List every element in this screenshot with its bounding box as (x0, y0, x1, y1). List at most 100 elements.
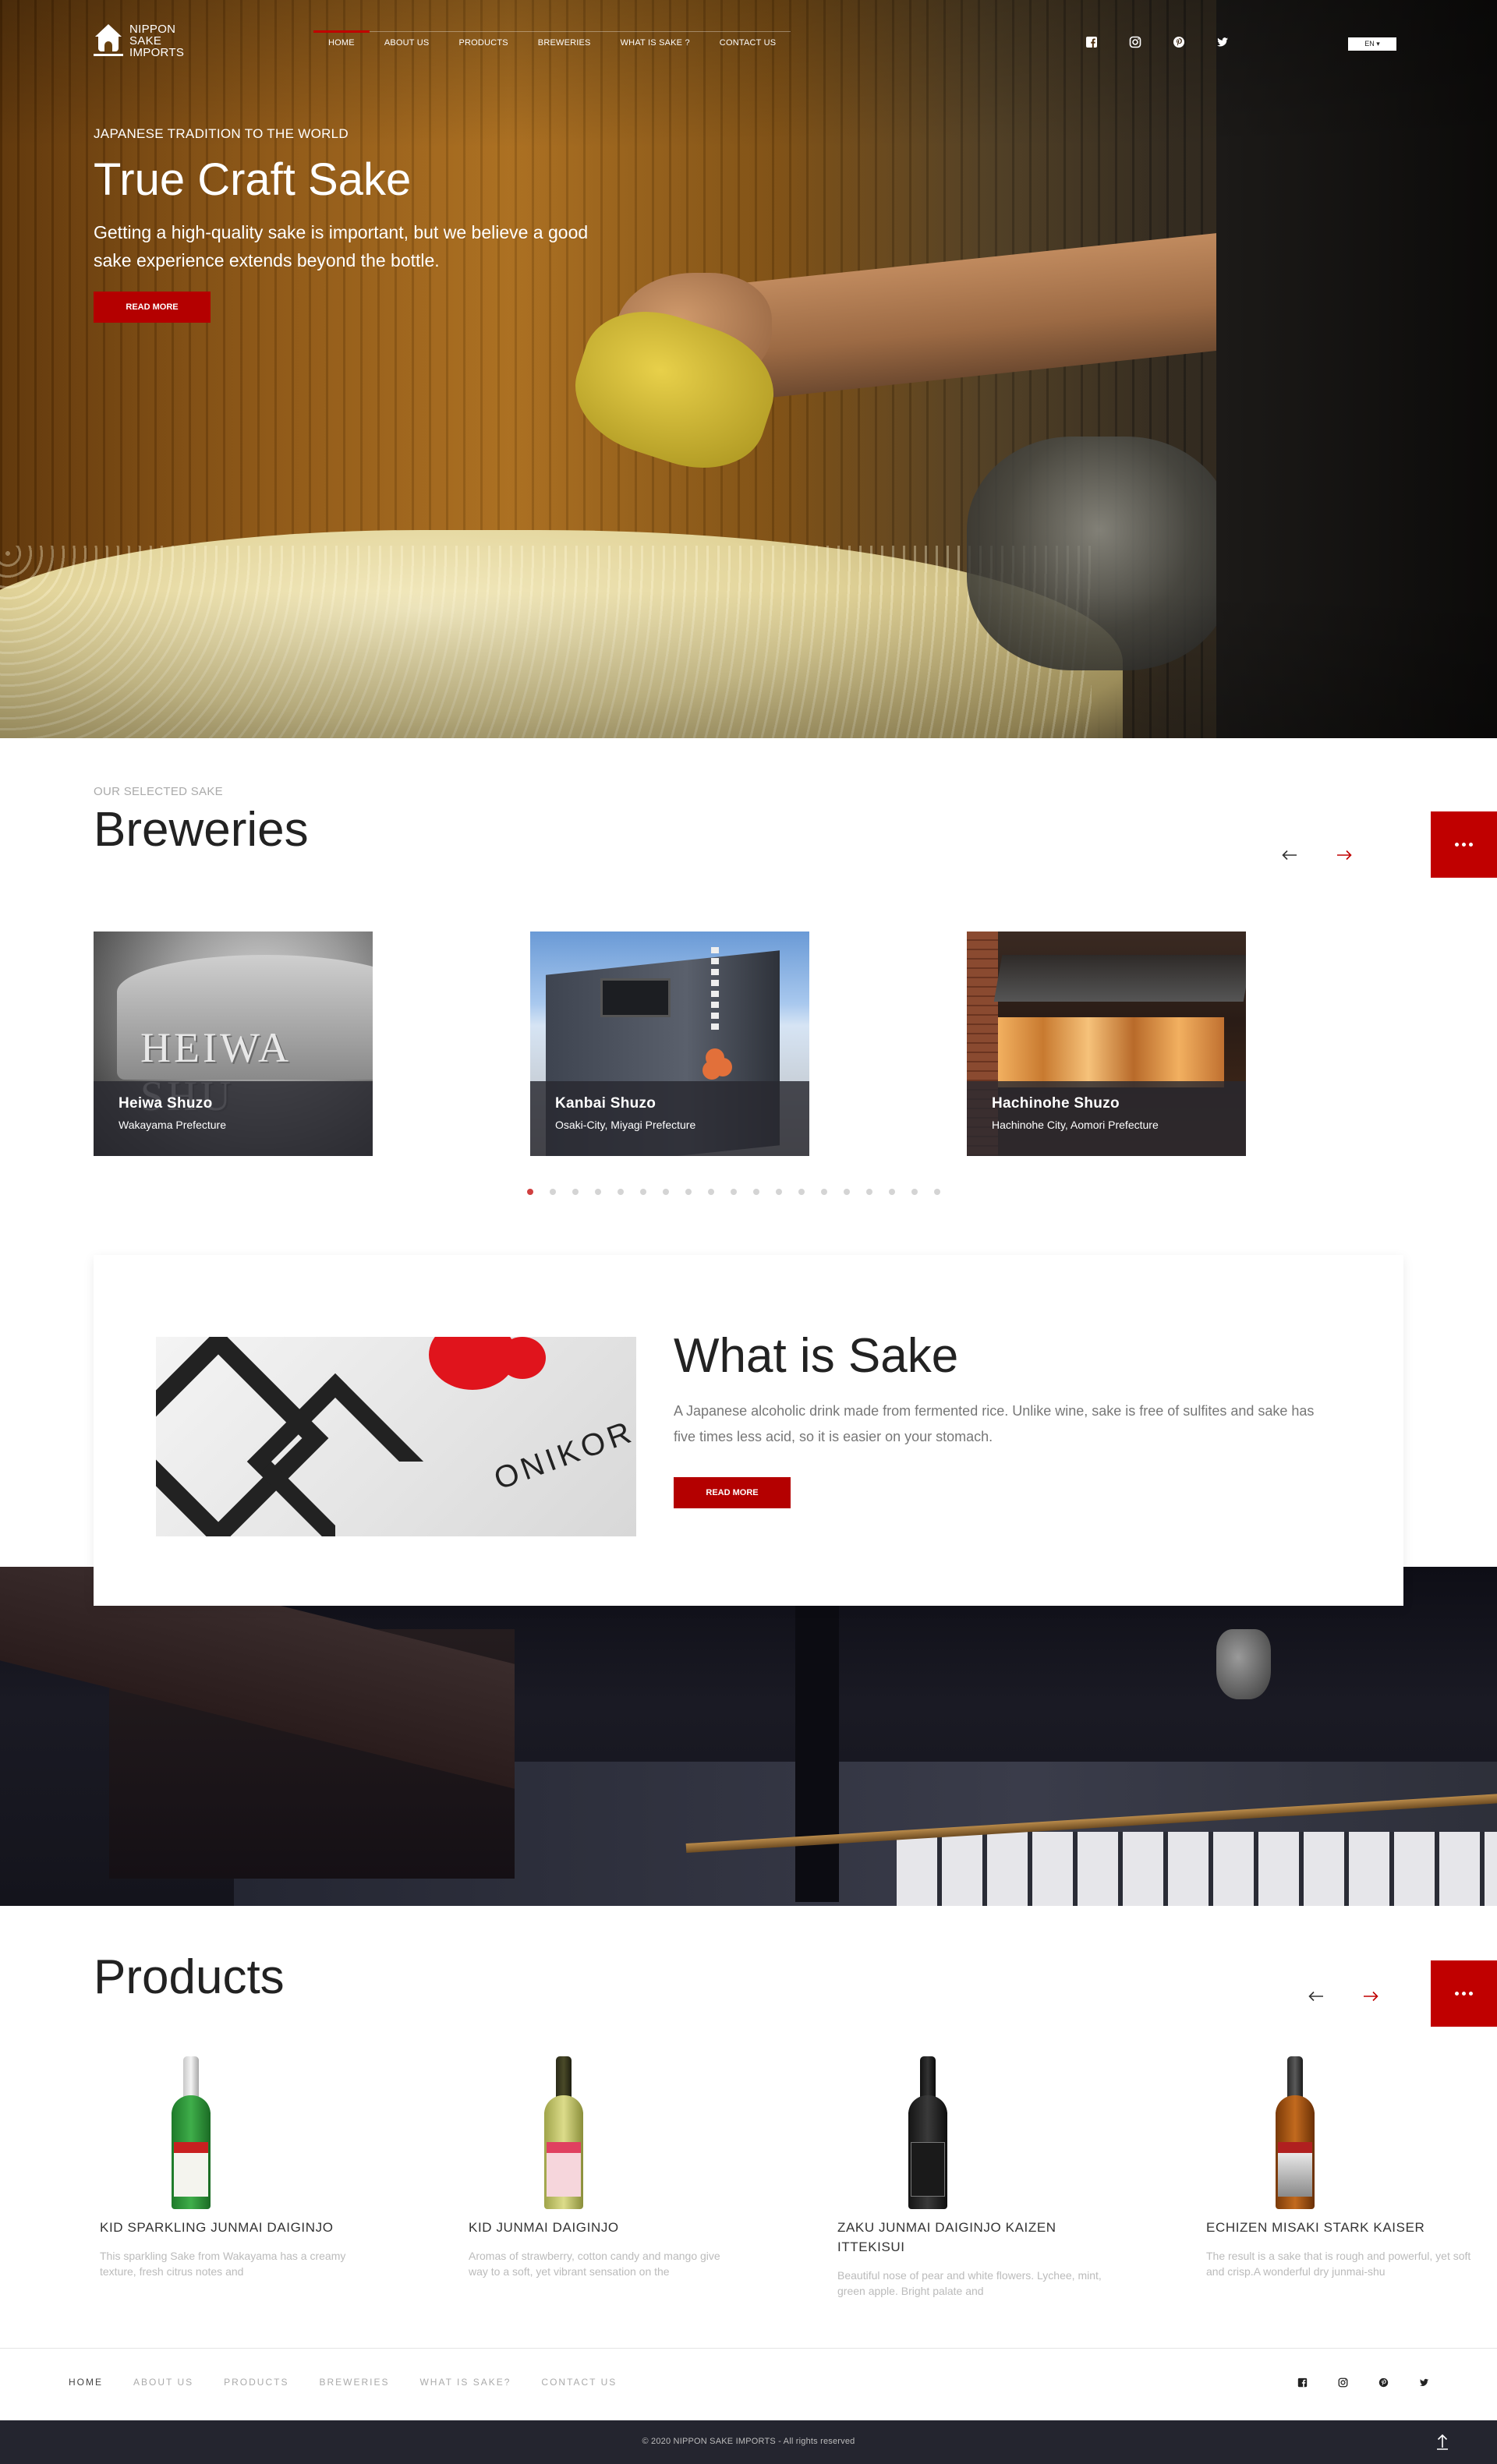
brewery-name: Hachinohe Shuzo (992, 1095, 1120, 1112)
nav-item-products[interactable]: PRODUCTS (444, 32, 522, 54)
pager-dot[interactable] (911, 1189, 918, 1195)
product-card[interactable]: KID JUNMAI DAIGINJO Aromas of strawberry… (469, 2052, 734, 2279)
pager-dot[interactable] (731, 1189, 737, 1195)
back-to-top-arrow-icon[interactable] (1435, 2433, 1450, 2450)
products-more-button[interactable] (1431, 1960, 1497, 2027)
product-image (837, 2052, 1102, 2211)
language-select[interactable]: EN ▾ (1348, 37, 1396, 51)
pager-dot[interactable] (618, 1189, 624, 1195)
footer-nav-about-us[interactable]: ABOUT US (133, 2377, 193, 2388)
arrow-left-icon[interactable] (1308, 1990, 1325, 2003)
header-social-links (1085, 35, 1230, 49)
footer-nav: HOME ABOUT US PRODUCTS BREWERIES WHAT IS… (69, 2377, 647, 2388)
footer-nav-home[interactable]: HOME (69, 2377, 103, 2388)
pager-dot[interactable] (776, 1189, 782, 1195)
copyright-text: © 2020 NIPPON SAKE IMPORTS - All rights … (642, 2437, 855, 2446)
sake-bottle-icon (905, 2056, 950, 2209)
main-nav: HOME ABOUT US PRODUCTS BREWERIES WHAT IS… (313, 30, 791, 54)
facebook-icon[interactable] (1297, 2377, 1308, 2388)
pinterest-icon[interactable] (1378, 2377, 1389, 2388)
what-is-sake-title: What is Sake (674, 1329, 959, 1383)
products-carousel-controls (1308, 1990, 1379, 2003)
pager-dot[interactable] (753, 1189, 759, 1195)
brewery-name: Heiwa Shuzo (119, 1095, 213, 1112)
nav-item-about-us[interactable]: ABOUT US (370, 32, 444, 54)
product-description: Beautiful nose of pear and white flowers… (837, 2269, 1102, 2297)
pager-dot[interactable] (550, 1189, 556, 1195)
breweries-title: Breweries (94, 803, 309, 857)
instagram-icon[interactable] (1128, 35, 1142, 49)
product-card[interactable]: ECHIZEN MISAKI STARK KAISER The result i… (1206, 2052, 1471, 2279)
twitter-icon[interactable] (1216, 35, 1230, 49)
pager-dot[interactable] (844, 1189, 850, 1195)
arrow-right-icon[interactable] (1336, 849, 1353, 861)
sake-label-image: ONIKOR (156, 1337, 636, 1536)
sake-label-image-text: ONIKOR (489, 1414, 636, 1497)
product-image (100, 2052, 365, 2211)
sake-banner-image (0, 1567, 1497, 1906)
facebook-icon[interactable] (1085, 35, 1099, 49)
product-card[interactable]: KID SPARKLING JUNMAI DAIGINJO This spark… (100, 2052, 365, 2279)
breweries-more-button[interactable] (1431, 811, 1497, 878)
product-image (469, 2052, 734, 2211)
pager-dot[interactable] (640, 1189, 646, 1195)
pager-dot[interactable] (821, 1189, 827, 1195)
nav-item-home[interactable]: HOME (313, 30, 370, 54)
breweries-pagination (527, 1189, 940, 1195)
logo-text: NIPPON SAKE IMPORTS (129, 23, 184, 58)
site-logo[interactable]: NIPPON SAKE IMPORTS (94, 23, 184, 58)
brewery-prefecture: Osaki-City, Miyagi Prefecture (555, 1119, 696, 1131)
pager-dot[interactable] (663, 1189, 669, 1195)
arrow-right-icon[interactable] (1362, 1990, 1379, 2003)
pager-dot[interactable] (866, 1189, 872, 1195)
arrow-left-icon[interactable] (1281, 849, 1298, 861)
hero-text: Getting a high-quality sake is important… (94, 222, 589, 270)
footer-nav-products[interactable]: PRODUCTS (224, 2377, 288, 2388)
brewery-caption: Hachinohe Shuzo Hachinohe City, Aomori P… (967, 1081, 1246, 1156)
pager-dot[interactable] (889, 1189, 895, 1195)
pager-dot[interactable] (708, 1189, 714, 1195)
more-dots-icon (1455, 1992, 1473, 1996)
what-is-sake-card: ONIKOR What is Sake A Japanese alcoholic… (94, 1255, 1403, 1606)
brewery-prefecture: Wakayama Prefecture (119, 1119, 226, 1131)
product-name: KID SPARKLING JUNMAI DAIGINJO (100, 2220, 334, 2235)
pager-dot[interactable] (527, 1189, 533, 1195)
what-is-sake-text: A Japanese alcoholic drink made from fer… (674, 1403, 1315, 1444)
pager-dot[interactable] (798, 1189, 805, 1195)
footer-divider (0, 2348, 1497, 2349)
brewery-caption: Kanbai Shuzo Osaki-City, Miyagi Prefectu… (530, 1081, 809, 1156)
footer-social-links (1297, 2377, 1429, 2388)
hero-kicker: JAPANESE TRADITION TO THE WORLD (94, 126, 349, 141)
brewery-card[interactable]: Kanbai Shuzo Osaki-City, Miyagi Prefectu… (530, 932, 809, 1156)
product-name: ZAKU JUNMAI DAIGINJO KAIZEN ITTEKISUI (837, 2220, 1056, 2254)
sake-bottle-icon (1272, 2056, 1318, 2209)
pager-dot[interactable] (685, 1189, 692, 1195)
nav-item-what-is-sake[interactable]: WHAT IS SAKE ? (606, 32, 705, 54)
pager-dot[interactable] (572, 1189, 579, 1195)
product-name: KID JUNMAI DAIGINJO (469, 2220, 619, 2235)
footer-nav-contact-us[interactable]: CONTACT US (541, 2377, 617, 2388)
logo-line-2: SAKE (129, 34, 162, 48)
product-description: The result is a sake that is rough and p… (1206, 2250, 1471, 2278)
product-name: ECHIZEN MISAKI STARK KAISER (1206, 2220, 1425, 2235)
product-description: Aromas of strawberry, cotton candy and m… (469, 2250, 720, 2278)
brewery-card[interactable]: HEIWA SHU Heiwa Shuzo Wakayama Prefectur… (94, 932, 373, 1156)
twitter-icon[interactable] (1418, 2377, 1429, 2388)
footer-nav-what-is-sake[interactable]: WHAT IS SAKE? (419, 2377, 511, 2388)
instagram-icon[interactable] (1337, 2377, 1348, 2388)
more-dots-icon (1455, 843, 1473, 847)
nav-item-contact-us[interactable]: CONTACT US (705, 32, 791, 54)
hero-read-more-button[interactable]: READ MORE (94, 292, 211, 323)
pager-dot[interactable] (934, 1189, 940, 1195)
hero-shade (0, 0, 1497, 738)
footer-nav-breweries[interactable]: BREWERIES (319, 2377, 389, 2388)
pager-dot[interactable] (595, 1189, 601, 1195)
breweries-kicker: OUR SELECTED SAKE (94, 785, 223, 798)
pinterest-icon[interactable] (1172, 35, 1186, 49)
what-is-sake-read-more-button[interactable]: READ MORE (674, 1477, 791, 1508)
product-card[interactable]: ZAKU JUNMAI DAIGINJO KAIZEN ITTEKISUI Be… (837, 2052, 1102, 2299)
hero-section: NIPPON SAKE IMPORTS HOME ABOUT US PRODUC… (0, 0, 1497, 738)
product-image (1206, 2052, 1471, 2211)
nav-item-breweries[interactable]: BREWERIES (523, 32, 606, 54)
brewery-card[interactable]: Hachinohe Shuzo Hachinohe City, Aomori P… (967, 932, 1246, 1156)
